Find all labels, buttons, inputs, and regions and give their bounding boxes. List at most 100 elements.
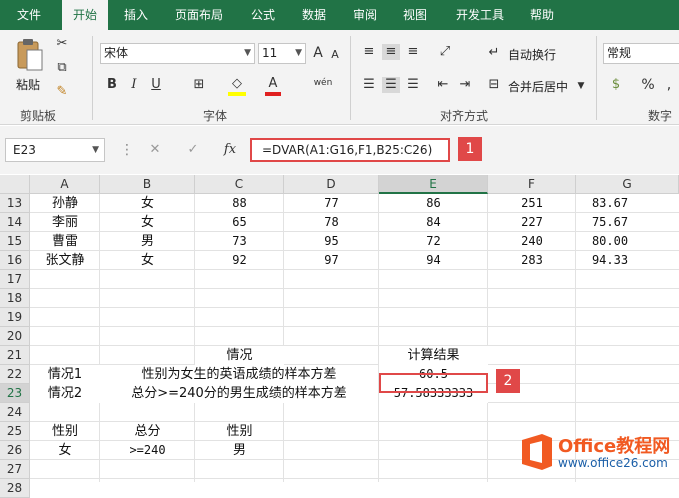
row-header[interactable]: 16 <box>0 251 30 270</box>
phonetic-icon[interactable]: wén <box>312 75 334 91</box>
enter-icon[interactable]: ✓ <box>184 142 202 158</box>
row-header[interactable]: 21 <box>0 346 30 365</box>
cell[interactable]: 男 <box>100 232 195 251</box>
cut-icon[interactable]: ✂ <box>54 36 70 52</box>
row-header[interactable]: 27 <box>0 460 30 479</box>
align-top-icon[interactable]: ≡ <box>360 44 378 60</box>
column-header-f[interactable]: F <box>488 175 576 194</box>
cell[interactable]: 张文静 <box>30 251 100 270</box>
tab-page-layout[interactable]: 页面布局 <box>165 0 233 30</box>
tab-formulas[interactable]: 公式 <box>240 0 286 30</box>
align-left-icon[interactable]: ☰ <box>360 77 378 93</box>
cell[interactable]: 李丽 <box>30 213 100 232</box>
cell[interactable]: 83.67 <box>576 194 644 213</box>
case1-label-cell[interactable]: 情况1 <box>30 365 100 384</box>
criteria-total-header-cell[interactable]: 总分 <box>100 422 195 441</box>
column-header-a[interactable]: A <box>30 175 100 194</box>
cell[interactable]: 94 <box>379 251 488 270</box>
criteria-gender-value-cell[interactable]: 女 <box>30 441 100 460</box>
cell[interactable]: 97 <box>284 251 379 270</box>
cancel-icon[interactable]: ✕ <box>146 142 164 158</box>
tab-help[interactable]: 帮助 <box>519 0 565 30</box>
criteria-gender-header2-cell[interactable]: 性别 <box>195 422 284 441</box>
case2-label-cell[interactable]: 情况2 <box>30 384 100 403</box>
cell[interactable]: 80.00 <box>576 232 644 251</box>
cell[interactable]: 65 <box>195 213 284 232</box>
copy-icon[interactable]: ⧉ <box>54 60 70 76</box>
cell[interactable]: 84 <box>379 213 488 232</box>
font-size-select[interactable]: 11 ▼ <box>258 43 306 64</box>
font-color-icon[interactable]: A <box>265 76 281 92</box>
align-bottom-icon[interactable]: ≡ <box>404 44 422 60</box>
format-painter-icon[interactable]: ✎ <box>54 84 70 100</box>
criteria-gender-header-cell[interactable]: 性别 <box>30 422 100 441</box>
cell[interactable]: 94.33 <box>576 251 644 270</box>
cell[interactable]: 女 <box>100 213 195 232</box>
row-header[interactable]: 18 <box>0 289 30 308</box>
cell[interactable]: 92 <box>195 251 284 270</box>
grow-font-icon[interactable]: A <box>310 45 326 61</box>
cell[interactable]: 240 <box>488 232 576 251</box>
select-all-corner[interactable] <box>0 175 30 194</box>
tab-review[interactable]: 审阅 <box>342 0 388 30</box>
tab-view[interactable]: 视图 <box>392 0 438 30</box>
italic-button[interactable]: I <box>126 77 142 93</box>
column-header-b[interactable]: B <box>100 175 195 194</box>
name-box[interactable]: E23 ▼ <box>5 138 105 162</box>
row-header[interactable]: 17 <box>0 270 30 289</box>
tab-data[interactable]: 数据 <box>291 0 337 30</box>
align-center-icon[interactable]: ☰ <box>382 77 400 93</box>
cell[interactable]: 72 <box>379 232 488 251</box>
row-header[interactable]: 15 <box>0 232 30 251</box>
situation-header-cell[interactable]: 情况 <box>195 346 284 365</box>
shrink-font-icon[interactable]: A <box>328 47 342 63</box>
case1-desc-cell[interactable]: 性别为女生的英语成绩的样本方差 <box>100 365 378 384</box>
row-header[interactable]: 14 <box>0 213 30 232</box>
fill-color-icon[interactable]: ◇ <box>228 76 246 92</box>
row-header[interactable]: 26 <box>0 441 30 460</box>
font-name-select[interactable]: 宋体 ▼ <box>100 43 255 64</box>
cell[interactable]: 227 <box>488 213 576 232</box>
cell[interactable]: 95 <box>284 232 379 251</box>
row-header[interactable]: 24 <box>0 403 30 422</box>
increase-indent-icon[interactable]: ⇥ <box>456 77 474 93</box>
cell[interactable]: 78 <box>284 213 379 232</box>
insert-function-icon[interactable]: fx <box>220 142 240 158</box>
tab-developer[interactable]: 开发工具 <box>446 0 514 30</box>
tab-file[interactable]: 文件 <box>0 0 58 30</box>
cell[interactable]: 251 <box>488 194 576 213</box>
cell[interactable]: 女 <box>100 251 195 270</box>
result-header-cell[interactable]: 计算结果 <box>379 346 488 365</box>
row-header[interactable]: 22 <box>0 365 30 384</box>
underline-button[interactable]: U <box>148 77 164 93</box>
align-middle-icon[interactable]: ≡ <box>382 44 400 60</box>
column-header-c[interactable]: C <box>195 175 284 194</box>
bold-button[interactable]: B <box>104 77 120 93</box>
cell[interactable]: 88 <box>195 194 284 213</box>
align-right-icon[interactable]: ☰ <box>404 77 422 93</box>
row-header[interactable]: 20 <box>0 327 30 346</box>
accounting-format-icon[interactable]: $ <box>605 77 627 93</box>
row-header[interactable]: 19 <box>0 308 30 327</box>
paste-button[interactable]: 粘贴 <box>10 36 50 100</box>
wrap-text-button[interactable]: ↵ 自动换行 <box>486 44 576 64</box>
cell[interactable]: 女 <box>100 194 195 213</box>
percent-button[interactable]: % <box>640 77 656 93</box>
cell[interactable]: 75.67 <box>576 213 644 232</box>
cell[interactable]: 283 <box>488 251 576 270</box>
orientation-icon[interactable]: ⤢ <box>434 44 456 60</box>
column-header-g[interactable]: G <box>576 175 679 194</box>
row-header[interactable]: 23 <box>0 384 30 403</box>
decrease-indent-icon[interactable]: ⇤ <box>434 77 452 93</box>
criteria-gender-value2-cell[interactable]: 男 <box>195 441 284 460</box>
row-header[interactable]: 13 <box>0 194 30 213</box>
drag-handle-icon[interactable]: ⋮ <box>120 142 136 158</box>
column-header-d[interactable]: D <box>284 175 379 194</box>
borders-icon[interactable]: ⊞ <box>190 77 208 93</box>
tab-insert[interactable]: 插入 <box>113 0 159 30</box>
cell[interactable]: 曹雷 <box>30 232 100 251</box>
row-header[interactable]: 25 <box>0 422 30 441</box>
number-format-select[interactable]: 常规 <box>603 43 679 64</box>
case2-desc-cell[interactable]: 总分>=240分的男生成绩的样本方差 <box>100 384 378 403</box>
criteria-total-value-cell[interactable]: >=240 <box>100 441 195 460</box>
